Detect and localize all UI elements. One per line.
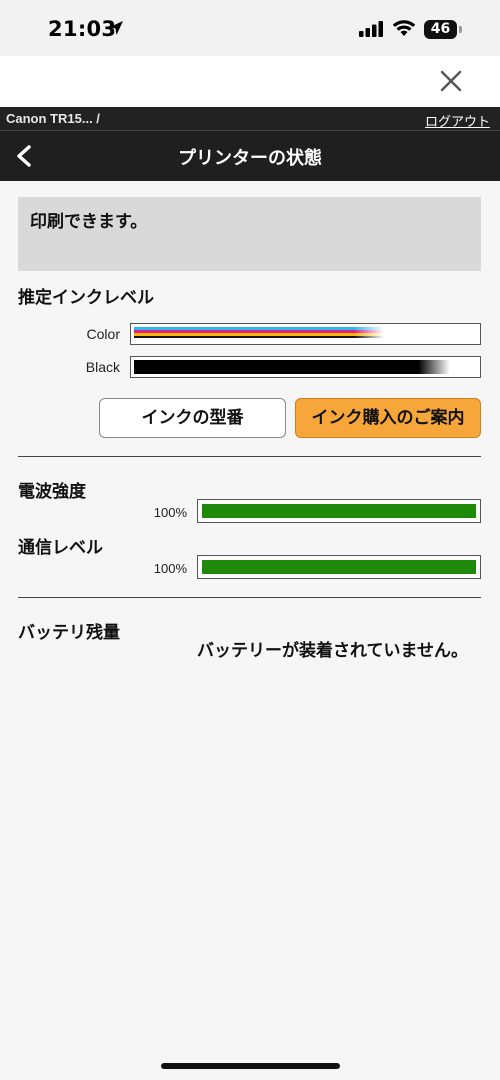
home-indicator (161, 1063, 340, 1069)
signal-strength-percent: 100% (153, 505, 187, 520)
battery-status-text: バッテリーが装着されていません。 (197, 641, 468, 661)
status-bar: 21:03 46 (0, 0, 500, 56)
battery-level-title: バッテリ残量 (18, 623, 120, 643)
ink-color-gauge (130, 323, 481, 345)
ink-black-level-bar (134, 360, 450, 374)
communication-level-gauge (197, 555, 481, 579)
signal-icon (359, 21, 383, 37)
close-icon[interactable] (437, 67, 465, 95)
ink-black-label: Black (85, 359, 120, 375)
divider (18, 456, 481, 457)
communication-level-fill (202, 560, 476, 574)
communication-level-title: 通信レベル (18, 538, 103, 558)
logout-link[interactable]: ログアウト (425, 111, 490, 130)
printer-status-message: 印刷できます。 (18, 197, 481, 271)
ink-color-level-bar (134, 327, 384, 340)
wifi-icon (392, 20, 416, 36)
signal-strength-fill (202, 504, 476, 518)
ink-model-button[interactable]: インクの型番 (99, 398, 286, 438)
breadcrumb[interactable]: Canon TR15... / (6, 111, 100, 126)
battery-icon: 46 (424, 20, 457, 39)
battery-cap (459, 26, 462, 33)
location-arrow-icon (109, 21, 123, 35)
page-title: プリンターの状態 (178, 148, 322, 169)
nav-bar: プリンターの状態 (0, 131, 500, 181)
black-stripe (134, 336, 384, 338)
signal-strength-gauge (197, 499, 481, 523)
signal-strength-title: 電波強度 (18, 482, 86, 502)
close-bar (0, 56, 500, 107)
breadcrumb-bar: Canon TR15... / ログアウト (0, 107, 500, 131)
communication-level-percent: 100% (153, 561, 187, 576)
ink-purchase-button[interactable]: インク購入のご案内 (295, 398, 481, 438)
status-time: 21:03 (48, 17, 117, 41)
ink-black-gauge (130, 356, 481, 378)
divider (18, 597, 481, 598)
ink-level-title: 推定インクレベル (18, 288, 154, 308)
ink-color-label: Color (86, 326, 120, 342)
